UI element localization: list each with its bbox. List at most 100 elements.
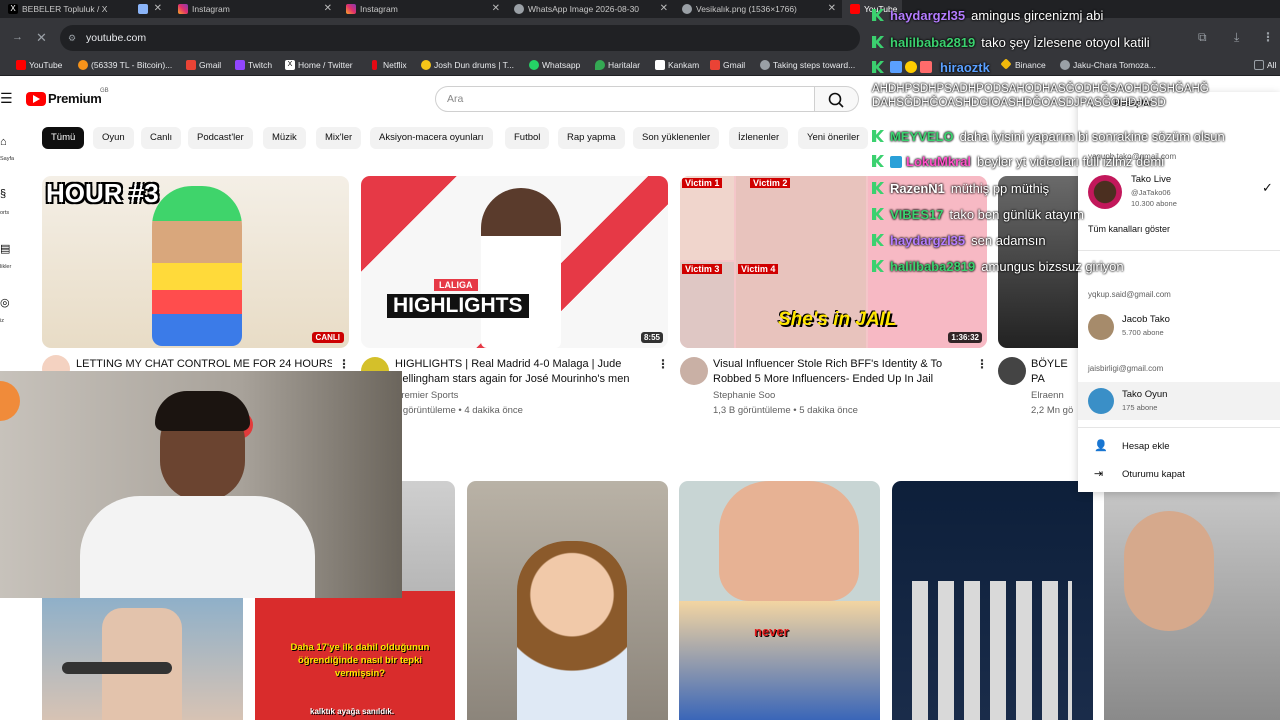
video-meta: 1,3 B görüntüleme • 5 dakika önce xyxy=(713,405,858,416)
youtube-premium-brand[interactable]: Premium xyxy=(48,91,102,106)
browser-tab-vesikalik[interactable]: Vesikalık.png (1536×1766) ✕ xyxy=(674,0,842,18)
chip-podcasts[interactable]: Podcast'ler xyxy=(188,127,253,149)
short-thumbnail[interactable] xyxy=(1104,481,1280,720)
close-icon[interactable]: ✕ xyxy=(324,0,332,18)
stop-loading-icon[interactable]: ✕ xyxy=(36,30,47,46)
more-options-icon[interactable]: ⋮ xyxy=(338,357,350,371)
chat-text: amingus gircenizmj abi xyxy=(971,8,1104,23)
chip-rap[interactable]: Rap yapma xyxy=(558,127,625,149)
browser-tab-mail[interactable] xyxy=(130,0,170,18)
short-caption: never xyxy=(754,624,789,639)
search-button[interactable] xyxy=(815,86,859,112)
short-thumbnail[interactable] xyxy=(467,481,668,720)
bookmark-bitcoin[interactable]: (56339 TL - Bitcoin)... xyxy=(78,54,172,76)
search-input[interactable]: Ara xyxy=(435,86,815,112)
browser-tab-instagram-1[interactable]: Instagram ✕ xyxy=(170,0,338,18)
video-title[interactable]: Visual Influencer Stole Rich BFF's Ident… xyxy=(713,357,969,387)
browser-tab-instagram-2[interactable]: Instagram ✕ xyxy=(338,0,506,18)
victim-photo xyxy=(680,176,734,260)
video-title[interactable]: BÖYLE PA RRAENE xyxy=(1031,357,1077,387)
bookmark-gmail[interactable]: Gmail xyxy=(186,54,221,76)
chip-mixes[interactable]: Mix'ler xyxy=(316,127,362,149)
bookmark-twitter[interactable]: X Home / Twitter xyxy=(285,54,353,76)
chip-canli[interactable]: Canlı xyxy=(141,127,182,149)
channel-name[interactable]: Premier Sports xyxy=(395,390,458,401)
close-icon[interactable]: ✕ xyxy=(828,0,836,18)
video-thumbnail[interactable]: LALIGA HIGHLIGHTS 8:55 xyxy=(361,176,668,348)
browser-menu-icon[interactable]: ⋮ xyxy=(1262,30,1274,44)
download-icon[interactable]: ⤓ xyxy=(1234,30,1239,45)
video-title[interactable]: LETTING MY CHAT CONTROL ME FOR 24 HOURS xyxy=(76,357,332,372)
extensions-icon[interactable]: ⧉ xyxy=(1198,30,1207,45)
bookmark-youtube[interactable]: YouTube xyxy=(16,54,62,76)
show-all-channels-link[interactable]: Tüm kanalları göster xyxy=(1088,224,1170,234)
channel-name[interactable]: Elraenn xyxy=(1031,390,1077,401)
site-settings-icon[interactable]: ⚙ xyxy=(68,25,76,51)
bookmark-haritalar[interactable]: Haritalar xyxy=(595,54,640,76)
bookmark-twitch[interactable]: Twitch xyxy=(235,54,272,76)
bookmark-taking-steps[interactable]: Taking steps toward... xyxy=(760,54,855,76)
channel-avatar[interactable] xyxy=(680,357,708,385)
chip-watched[interactable]: İzlenenler xyxy=(729,127,789,149)
more-options-icon[interactable]: ⋮ xyxy=(976,357,988,371)
video-duration: 8:55 xyxy=(640,332,663,343)
bookmark-binance[interactable]: Binance xyxy=(1000,54,1046,76)
chip-oyun[interactable]: Oyun xyxy=(93,127,134,149)
account-email: jaisbirligi@gmail.com xyxy=(1088,364,1164,373)
short-thumbnail[interactable]: never xyxy=(679,481,880,720)
chat-message: MEYVELO daha iyisini yaparım bi sonrakine… xyxy=(872,129,1225,144)
browser-tab-whatsapp-image[interactable]: WhatsApp Image 2026-08-30 ✕ xyxy=(506,0,674,18)
avatar xyxy=(1088,314,1114,340)
chat-message: halilbaba2819 tako şey İzlesene otoyol ka… xyxy=(872,35,1150,50)
bookmark-all[interactable]: All xyxy=(1254,54,1276,76)
channel-name[interactable]: Stephanie Soo xyxy=(713,390,775,401)
gmail-icon xyxy=(186,60,196,70)
close-icon[interactable]: ✕ xyxy=(660,0,668,18)
chip-new-recommendations[interactable]: Yeni öneriler xyxy=(798,127,869,149)
youtube-logo-icon[interactable] xyxy=(26,92,46,106)
shorts-icon[interactable]: § xyxy=(0,188,6,200)
close-icon[interactable]: ✕ xyxy=(492,0,500,18)
thumbnail-person xyxy=(517,541,627,720)
short-thumbnail[interactable] xyxy=(42,598,243,720)
chip-recently-uploaded[interactable]: Son yüklenenler xyxy=(633,127,720,149)
account-row-tako-oyun[interactable]: Tako Oyun 175 abone xyxy=(1078,382,1280,420)
bookmark-jaku-chara[interactable]: Jaku-Chara Tomoza... xyxy=(1060,54,1156,76)
hamburger-menu-icon[interactable]: ☰ xyxy=(0,90,13,107)
you-icon[interactable]: ◎ xyxy=(0,296,10,309)
add-account-button[interactable]: Hesap ekle xyxy=(1122,441,1170,452)
account-row-tako-live[interactable]: Tako Live @JaTako06 10.300 abone ✓ xyxy=(1078,172,1280,210)
more-options-icon[interactable]: ⋮ xyxy=(657,357,669,371)
forward-arrow-icon[interactable]: → xyxy=(12,31,23,43)
tab-label: Vesikalık.png (1536×1766) xyxy=(696,4,797,14)
chat-username: halilbaba2819 xyxy=(890,35,976,50)
victim-label: Victim 1 xyxy=(682,178,723,188)
account-subs: 10.300 abone xyxy=(1131,199,1177,208)
divider xyxy=(1078,427,1280,428)
chip-tumu[interactable]: Tümü xyxy=(42,127,85,149)
victim-label: Victim 3 xyxy=(682,264,723,274)
bookmark-netflix[interactable]: Netflix xyxy=(370,54,407,76)
video-title[interactable]: HIGHLIGHTS | Real Madrid 4-0 Malaga | Ju… xyxy=(395,357,649,387)
kick-badge-icon xyxy=(872,9,884,21)
chip-futbol[interactable]: Futbol xyxy=(505,127,550,149)
channel-avatar[interactable] xyxy=(998,357,1026,385)
bookmark-whatsapp[interactable]: Whatsapp xyxy=(529,54,580,76)
bookmark-label: YouTube xyxy=(29,60,63,70)
instagram-icon xyxy=(346,4,356,14)
home-icon[interactable]: ⌂ xyxy=(0,136,7,148)
subscriptions-icon[interactable]: ▤ xyxy=(0,242,10,255)
bookmark-kankam[interactable]: Kankam xyxy=(655,54,699,76)
bookmark-gmail-2[interactable]: Gmail xyxy=(710,54,745,76)
video-thumbnail[interactable]: HOUR #3 CANLI xyxy=(42,176,349,348)
sign-out-button[interactable]: Oturumu kapat xyxy=(1122,469,1185,480)
emote-icon xyxy=(905,61,917,73)
url-field[interactable]: ⚙ youtube.com xyxy=(60,25,860,51)
chat-username: halilbaba2819 xyxy=(890,259,976,274)
short-thumbnail[interactable] xyxy=(892,481,1093,720)
bookmark-label: Binance xyxy=(1015,60,1046,70)
bookmark-josh-dun[interactable]: Josh Dun drums | T... xyxy=(421,54,514,76)
chip-action-adventure[interactable]: Aksiyon-macera oyunları xyxy=(370,127,493,149)
account-row-jacob-tako[interactable]: Jacob Tako 5.700 abone xyxy=(1078,310,1280,348)
chip-muzik[interactable]: Müzik xyxy=(263,127,306,149)
